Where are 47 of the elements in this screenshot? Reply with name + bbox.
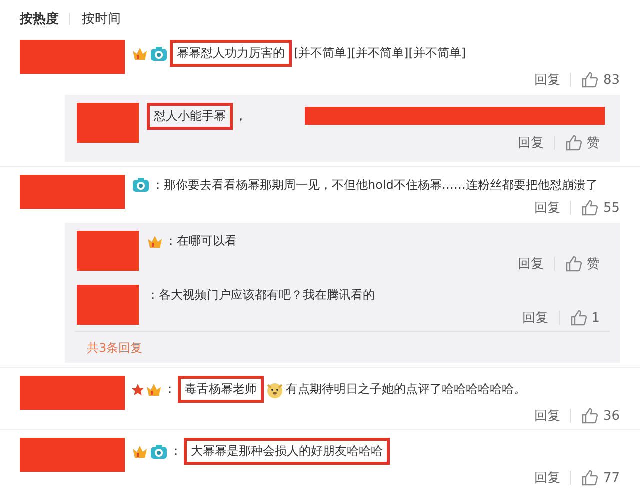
crown-badge-icon — [132, 46, 148, 61]
redaction-block — [77, 103, 139, 143]
reply-link[interactable]: 回复 — [518, 255, 544, 273]
thumbs-up-icon[interactable] — [581, 407, 600, 425]
like-count: 赞 — [587, 256, 600, 273]
highlighted-text: 毒舌杨幂老师 — [178, 376, 264, 403]
reply-link[interactable]: 回复 — [522, 309, 549, 327]
like-count: 36 — [603, 408, 620, 424]
camera-badge-icon — [150, 46, 168, 62]
crown-badge-icon — [132, 444, 148, 459]
colon-text: ： — [164, 381, 176, 398]
crown-badge-icon — [146, 382, 162, 397]
reply-link[interactable]: 回复 — [534, 71, 560, 89]
camera-badge-icon — [150, 444, 168, 460]
like-count: 83 — [603, 72, 620, 88]
reply-link[interactable]: 回复 — [518, 134, 544, 152]
comment-text: ， — [235, 108, 247, 125]
reply-link[interactable]: 回复 — [534, 199, 560, 217]
redaction-block — [77, 285, 139, 325]
thumbs-up-icon[interactable] — [581, 71, 600, 89]
like-count: 55 — [603, 200, 620, 216]
thumbs-up-icon[interactable] — [565, 134, 583, 152]
colon-text: ： — [170, 443, 182, 460]
comment-text: ：各大视频门户应该都有吧？我在腾讯看的 — [147, 286, 375, 304]
thumbs-up-icon[interactable] — [581, 199, 600, 217]
star-icon — [132, 384, 144, 396]
thumbs-up-icon[interactable] — [570, 309, 588, 327]
reply-link[interactable]: 回复 — [534, 469, 560, 487]
comment-text: 有点期待明日之子她的点评了哈哈哈哈哈哈。 — [286, 381, 526, 398]
like-count: 1 — [592, 310, 600, 326]
crown-badge-icon — [147, 234, 163, 248]
comment-text: ：在哪可以看 — [165, 232, 237, 250]
like-count: 77 — [603, 470, 620, 486]
dog-emoji-icon — [266, 380, 284, 398]
highlighted-text: 怼人小能手幂 — [147, 103, 233, 130]
highlighted-text: 大幂幂是那种会损人的好朋友哈哈哈 — [184, 438, 390, 465]
thumbs-up-icon[interactable] — [581, 469, 600, 487]
highlighted-text: 幂幂怼人功力厉害的 — [170, 40, 292, 67]
sort-tab[interactable]: 按热度 — [20, 10, 69, 28]
like-count: 赞 — [587, 135, 600, 152]
comment-text: [并不简单][并不简单][并不简单] — [294, 45, 466, 62]
thumbs-up-icon[interactable] — [565, 255, 583, 273]
comment-text: ：那你要去看看杨幂那期周一见，不但他hold不住杨幂……连粉丝都要把他怼崩溃了 — [152, 176, 598, 194]
reply-link[interactable]: 回复 — [534, 407, 560, 425]
camera-badge-icon — [132, 177, 150, 193]
redaction-block — [77, 231, 139, 271]
sort-tab[interactable]: 按时间 — [82, 10, 131, 28]
